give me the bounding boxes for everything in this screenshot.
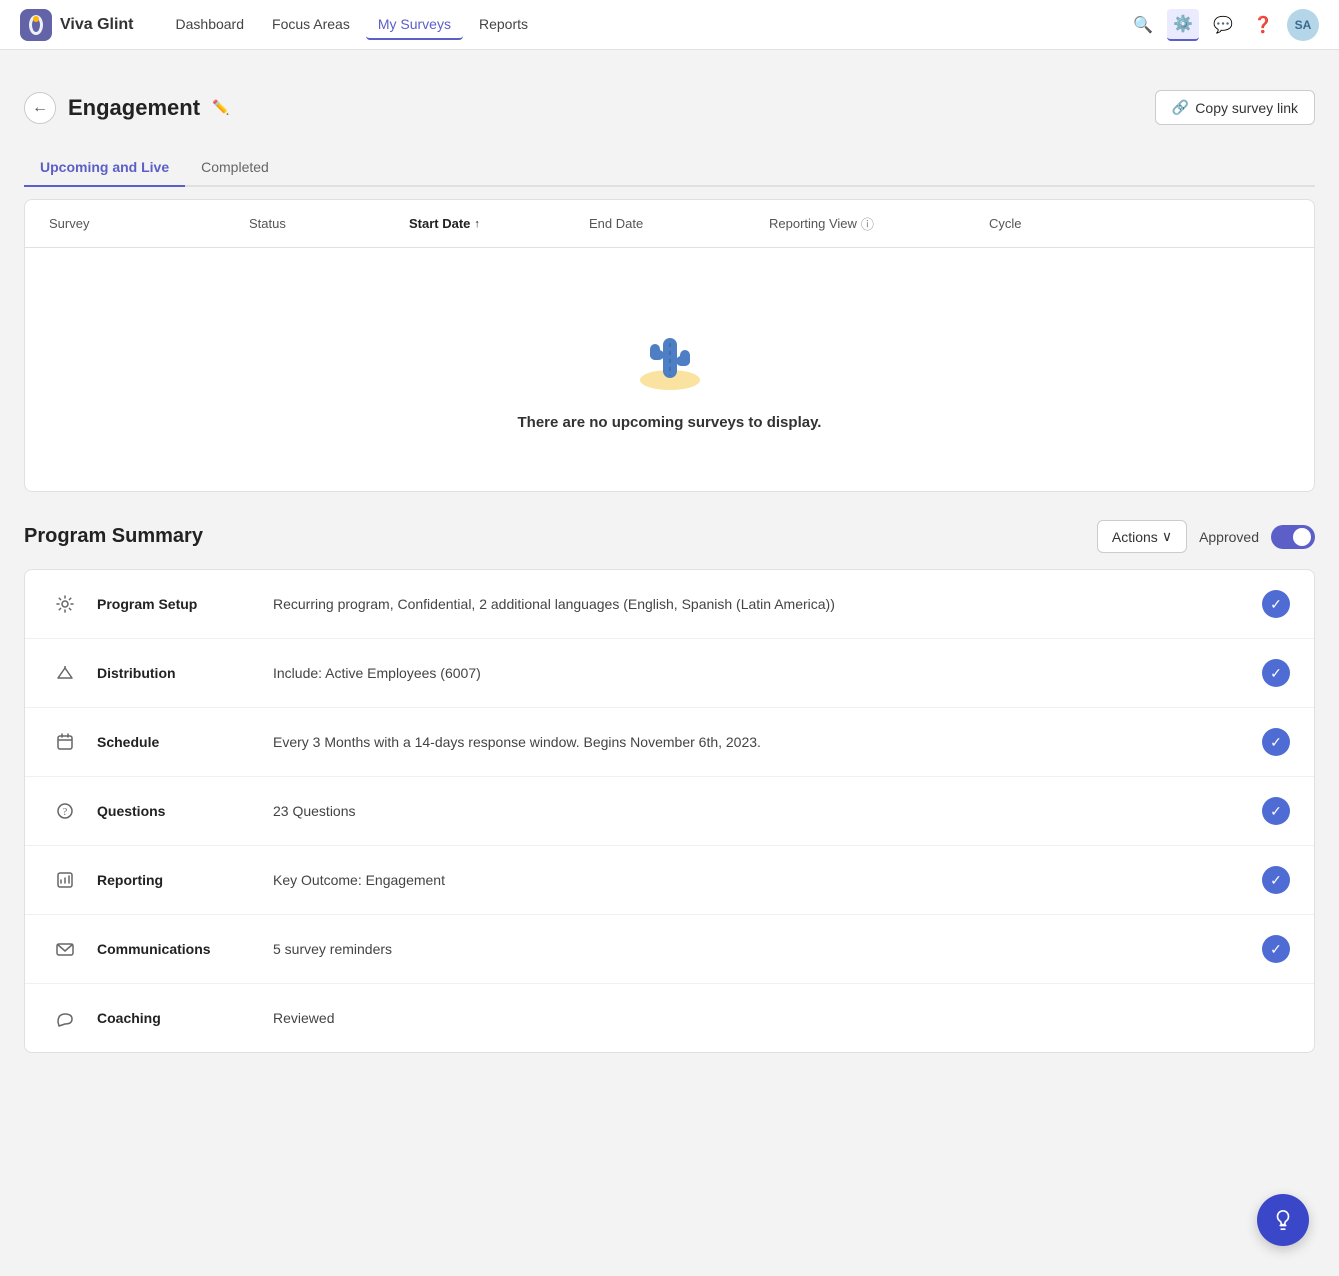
questions-desc: 23 Questions	[273, 803, 1246, 819]
approved-toggle[interactable]	[1271, 525, 1315, 549]
viva-glint-logo-icon	[20, 9, 52, 41]
back-button[interactable]: ←	[24, 92, 56, 124]
reporting-view-info-icon[interactable]: ⓘ	[861, 214, 874, 233]
nav-links: Dashboard Focus Areas My Surveys Reports	[164, 10, 1127, 40]
col-end-date: End Date	[589, 214, 769, 233]
questions-icon: ?	[49, 795, 81, 827]
settings-icon[interactable]: ⚙️	[1167, 9, 1199, 41]
table-empty-state: There are no upcoming surveys to display…	[25, 248, 1314, 491]
summary-item-communications[interactable]: Communications 5 survey reminders ✓	[25, 915, 1314, 984]
link-icon: 🔗	[1172, 99, 1189, 116]
tab-upcoming-live[interactable]: Upcoming and Live	[24, 149, 185, 187]
reporting-icon	[49, 864, 81, 896]
coaching-label: Coaching	[97, 1010, 257, 1026]
schedule-check-icon: ✓	[1262, 728, 1290, 756]
copy-survey-link-label: Copy survey link	[1195, 100, 1298, 116]
reporting-check-icon: ✓	[1262, 866, 1290, 894]
nav-link-my-surveys[interactable]: My Surveys	[366, 10, 463, 40]
questions-check-icon: ✓	[1262, 797, 1290, 825]
help-icon[interactable]: ❓	[1247, 9, 1279, 41]
summary-item-reporting[interactable]: Reporting Key Outcome: Engagement ✓	[25, 846, 1314, 915]
summary-item-questions[interactable]: ? Questions 23 Questions ✓	[25, 777, 1314, 846]
table-header: Survey Status Start Date ↑ End Date Repo…	[25, 200, 1314, 248]
program-setup-desc: Recurring program, Confidential, 2 addit…	[273, 596, 1246, 612]
avatar[interactable]: SA	[1287, 9, 1319, 41]
coaching-icon	[49, 1002, 81, 1034]
survey-table-card: Survey Status Start Date ↑ End Date Repo…	[24, 199, 1315, 492]
schedule-desc: Every 3 Months with a 14-days response w…	[273, 734, 1246, 750]
logo[interactable]: Viva Glint	[20, 9, 134, 41]
col-reporting-view: Reporting View ⓘ	[769, 214, 989, 233]
actions-button[interactable]: Actions ∨	[1097, 520, 1187, 553]
tab-completed[interactable]: Completed	[185, 149, 285, 187]
svg-text:?: ?	[63, 807, 68, 818]
lightbulb-icon	[1272, 1209, 1294, 1231]
logo-text: Viva Glint	[60, 16, 134, 34]
summary-item-program-setup[interactable]: Program Setup Recurring program, Confide…	[25, 570, 1314, 639]
col-start-date[interactable]: Start Date ↑	[409, 214, 589, 233]
gear-icon	[49, 588, 81, 620]
program-summary-section: Program Summary Actions ∨ Approved Pr	[24, 520, 1315, 1053]
col-cycle: Cycle	[989, 214, 1109, 233]
main-content: ← Engagement ✏️ 🔗 Copy survey link Upcom…	[0, 50, 1339, 1077]
search-icon[interactable]: 🔍	[1127, 9, 1159, 41]
nav-link-dashboard[interactable]: Dashboard	[164, 10, 257, 40]
distribution-check-icon: ✓	[1262, 659, 1290, 687]
survey-tabs: Upcoming and Live Completed	[24, 149, 1315, 187]
approved-label: Approved	[1199, 529, 1259, 545]
summary-card: Program Setup Recurring program, Confide…	[24, 569, 1315, 1053]
nav-link-focus-areas[interactable]: Focus Areas	[260, 10, 362, 40]
sort-arrow-icon: ↑	[474, 218, 480, 230]
schedule-icon	[49, 726, 81, 758]
coaching-desc: Reviewed	[273, 1010, 1290, 1026]
nav-icons: 🔍 ⚙️ 💬 ❓ SA	[1127, 9, 1319, 41]
communications-icon	[49, 933, 81, 965]
communications-label: Communications	[97, 941, 257, 957]
chevron-down-icon: ∨	[1162, 528, 1172, 545]
distribution-icon	[49, 657, 81, 689]
page-header-left: ← Engagement ✏️	[24, 92, 229, 124]
reporting-desc: Key Outcome: Engagement	[273, 872, 1246, 888]
actions-label: Actions	[1112, 529, 1158, 545]
program-setup-check-icon: ✓	[1262, 590, 1290, 618]
distribution-desc: Include: Active Employees (6007)	[273, 665, 1246, 681]
empty-state-cactus-icon	[625, 308, 715, 398]
communications-desc: 5 survey reminders	[273, 941, 1246, 957]
communications-check-icon: ✓	[1262, 935, 1290, 963]
notifications-icon[interactable]: 💬	[1207, 9, 1239, 41]
reporting-label: Reporting	[97, 872, 257, 888]
col-survey: Survey	[49, 214, 249, 233]
col-status: Status	[249, 214, 409, 233]
nav-link-reports[interactable]: Reports	[467, 10, 540, 40]
empty-state-text: There are no upcoming surveys to display…	[518, 414, 822, 431]
distribution-label: Distribution	[97, 665, 257, 681]
summary-item-coaching[interactable]: Coaching Reviewed	[25, 984, 1314, 1052]
copy-survey-link-button[interactable]: 🔗 Copy survey link	[1155, 90, 1315, 125]
program-summary-actions: Actions ∨ Approved	[1097, 520, 1315, 553]
questions-label: Questions	[97, 803, 257, 819]
edit-icon[interactable]: ✏️	[212, 99, 229, 116]
page-title: Engagement	[68, 95, 200, 121]
schedule-label: Schedule	[97, 734, 257, 750]
top-navigation: Viva Glint Dashboard Focus Areas My Surv…	[0, 0, 1339, 50]
toggle-slider	[1271, 525, 1315, 549]
fab-help-button[interactable]	[1257, 1194, 1309, 1246]
program-summary-header: Program Summary Actions ∨ Approved	[24, 520, 1315, 553]
program-setup-label: Program Setup	[97, 596, 257, 612]
summary-item-distribution[interactable]: Distribution Include: Active Employees (…	[25, 639, 1314, 708]
summary-item-schedule[interactable]: Schedule Every 3 Months with a 14-days r…	[25, 708, 1314, 777]
program-summary-title: Program Summary	[24, 525, 203, 548]
page-header: ← Engagement ✏️ 🔗 Copy survey link	[24, 74, 1315, 133]
